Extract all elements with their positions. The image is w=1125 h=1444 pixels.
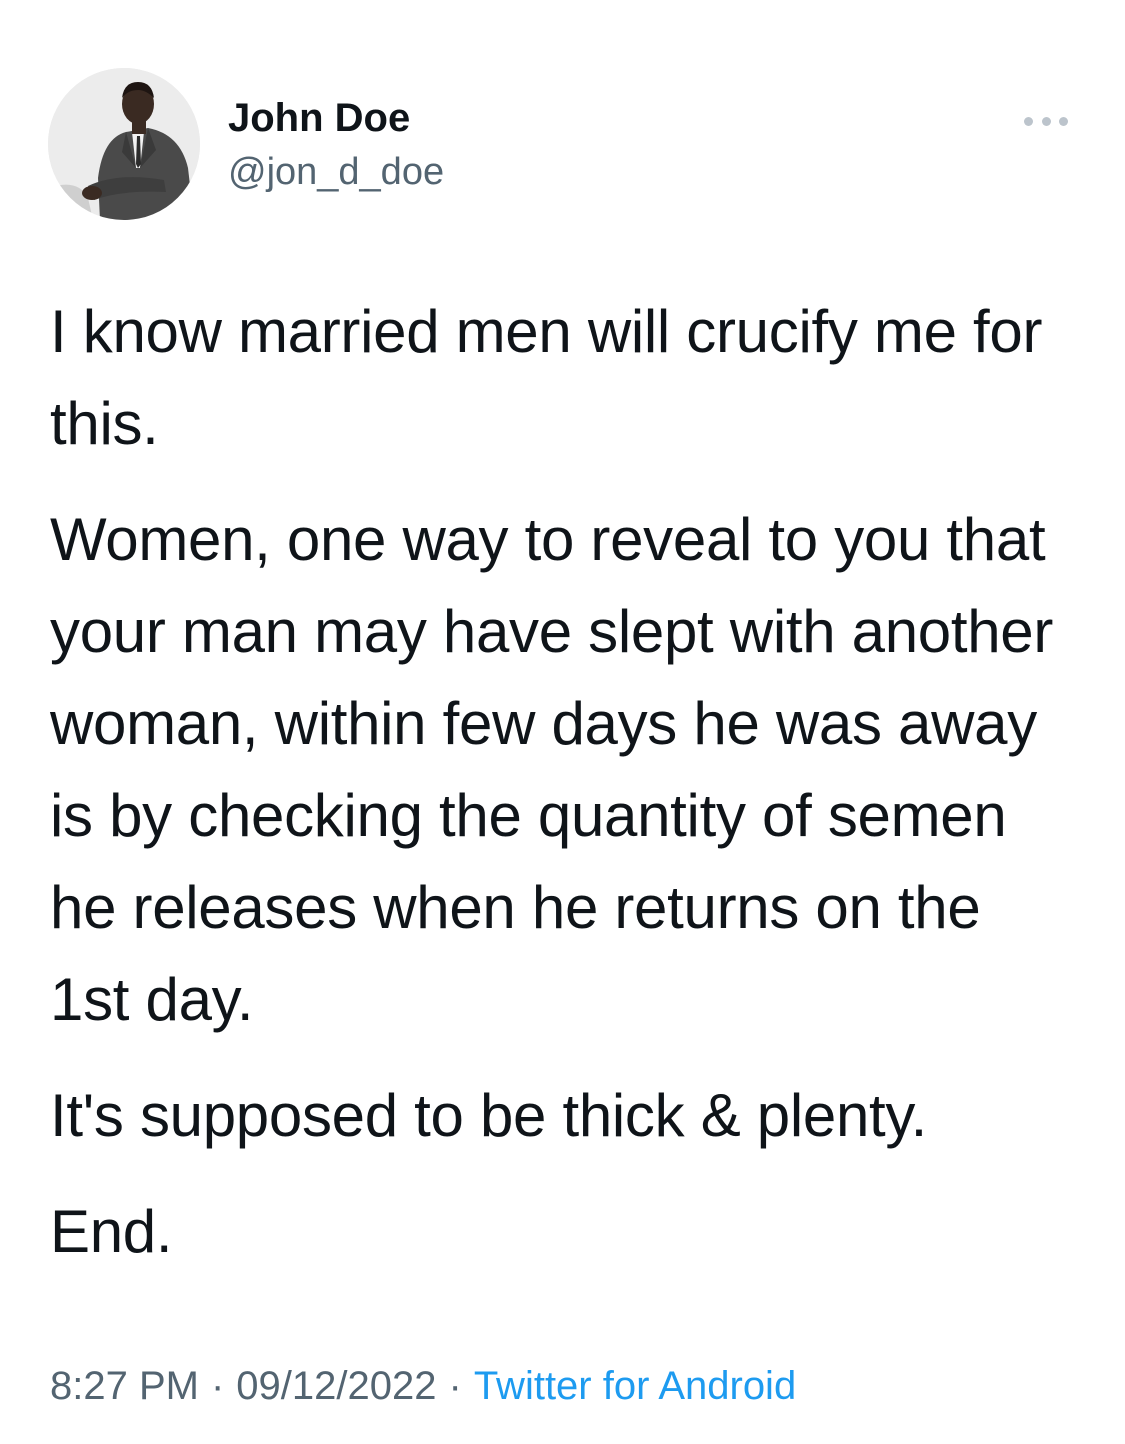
avatar[interactable] <box>48 68 200 220</box>
meta-separator: · <box>448 1364 462 1408</box>
meta-separator: · <box>210 1364 225 1408</box>
tweet-source-link[interactable]: Twitter for Android <box>474 1364 796 1408</box>
tweet-paragraph: Women, one way to reveal to you that you… <box>50 506 1054 1033</box>
tweet-paragraph: I know married men will crucify me for t… <box>50 298 1043 457</box>
tweet-meta: 8:27 PM · 09/12/2022 · Twitter for Android <box>50 1358 796 1414</box>
tweet-paragraph: End. <box>50 1198 173 1265</box>
tweet-text: I know married men will crucify me for t… <box>50 286 1070 1302</box>
more-dot <box>1059 116 1068 126</box>
tweet-paragraph: It's supposed to be thick & plenty. <box>50 1082 928 1149</box>
author-handle[interactable]: @jon_d_doe <box>228 146 444 198</box>
tweet-card: John Doe @jon_d_doe I know married men w… <box>0 0 1125 1444</box>
more-dot <box>1041 116 1051 126</box>
author-display-name[interactable]: John Doe <box>228 92 444 144</box>
avatar-photo <box>48 68 200 220</box>
author-names: John Doe @jon_d_doe <box>228 92 444 198</box>
tweet-date[interactable]: 09/12/2022 <box>236 1364 436 1408</box>
more-horizontal-icon[interactable] <box>1024 114 1068 128</box>
more-dot <box>1024 116 1033 126</box>
tweet-time[interactable]: 8:27 PM <box>50 1364 199 1408</box>
tweet-header: John Doe @jon_d_doe <box>48 68 1078 222</box>
